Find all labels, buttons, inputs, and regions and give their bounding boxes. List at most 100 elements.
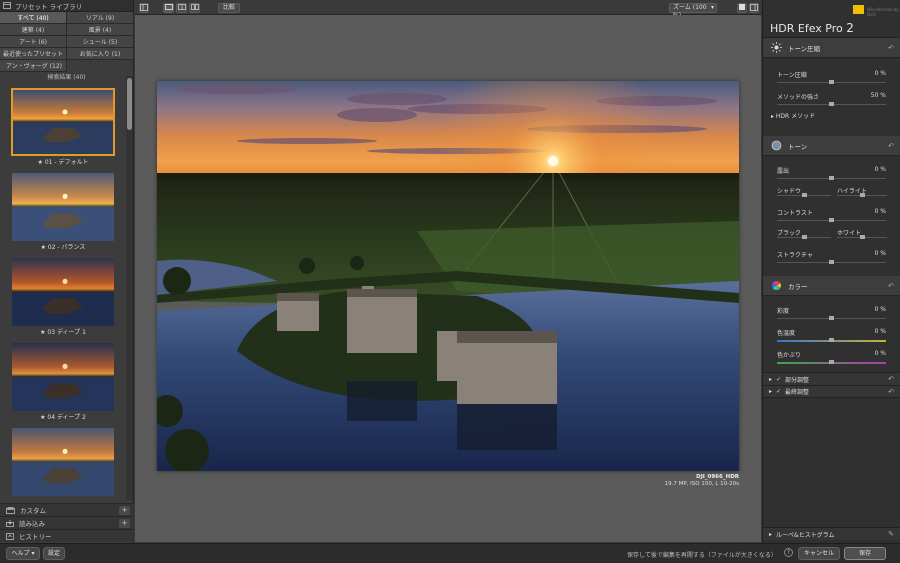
preview-photo[interactable] [157,81,739,471]
image-canvas[interactable]: DJI_0966_HDR 19.7 MP, ISO 100, L 10-20s [135,15,761,542]
preset-preview-image [12,428,114,496]
exposure-slider[interactable]: 露出 0 % [763,160,900,182]
hdr-method-row[interactable]: ▸ HDR メソッド [763,108,900,123]
slider-knob[interactable] [829,260,834,264]
help-menu-button[interactable]: ヘルプ ▾ [6,547,40,560]
loupe-histogram-label: ルーペ&ヒストグラム [776,531,835,539]
reset-icon[interactable]: ↶ [888,44,894,52]
category-recent[interactable]: 最近使ったプリセット [0,48,67,60]
preset-caption: ★ 01 - デフォルト [37,159,89,166]
category-en-vogue[interactable]: アン・ヴォーグ (12) [0,60,67,72]
import-section[interactable]: 読み込み + [0,516,134,529]
panel-toggle-button[interactable] [139,3,149,13]
preset-library-header[interactable]: プリセット ライブラリ [0,0,133,12]
help-icon[interactable]: ? [784,548,793,557]
slider-label: 彩度 [777,308,790,315]
category-architecture[interactable]: 建築 (4) [0,24,67,36]
history-section[interactable]: ヒストリー [0,529,134,542]
sidebar-toggle-icon [140,4,148,11]
category-all[interactable]: すべて (40) [0,12,67,24]
tone-header[interactable]: トーン ↶ [763,136,900,156]
preset-thumbnail-image[interactable] [11,88,115,156]
slider-knob[interactable] [829,218,834,222]
loupe-histogram-row[interactable]: ▸ ルーペ&ヒストグラム ✎ [763,527,900,540]
compare-button[interactable]: 比較 [218,3,240,13]
reset-icon[interactable]: ↶ [888,142,894,150]
category-art[interactable]: アート (6) [0,36,67,48]
settings-button[interactable]: 設定 [43,547,65,560]
preset-thumbnail[interactable]: ★ 01 - デフォルト [0,88,126,173]
slider-value: 0 % [874,166,886,173]
zoom-dropdown[interactable]: ズーム (100 %) ▾ [669,3,717,19]
color-header[interactable]: カラー ↶ [763,276,900,296]
slider-label: トーン圧縮 [777,72,807,79]
category-surreal[interactable]: シュール (5) [67,36,134,48]
hdr-efex-window: プリセット ライブラリ すべて (40) リアル (9) 建築 (4) 風景 (… [0,0,900,563]
custom-section[interactable]: カスタム + [0,503,134,516]
slider-label: 露出 [777,168,790,175]
reset-icon[interactable]: ↶ [888,282,894,290]
category-realistic[interactable]: リアル (9) [67,12,134,24]
contrast-slider[interactable]: コントラスト 0 % [763,202,900,224]
pin-icon[interactable]: ✎ [888,530,894,538]
local-adjustments-row[interactable]: ▸ ✓ 部分調整 ↶ [763,372,900,385]
single-view-button[interactable] [163,3,174,13]
cancel-button[interactable]: キャンセル [798,547,840,560]
scrollbar-thumb[interactable] [127,78,132,130]
slider-knob[interactable] [829,102,834,106]
slider-knob[interactable] [829,338,834,342]
expand-arrow-icon: ▸ [769,375,773,383]
preset-thumbnail[interactable]: ★ 04 ディープ 2 [0,343,126,428]
checkbox-icon[interactable]: ✓ [776,376,781,383]
tone-compression-slider[interactable]: トーン圧縮 0 % [763,64,900,86]
preset-list-scrollbar[interactable] [126,76,133,500]
finishing-label: 最終調整 [785,389,810,396]
temperature-slider[interactable]: 色温度 0 % [763,322,900,344]
slider-label: 色温度 [777,330,796,337]
import-section-label: 読み込み [19,520,45,528]
slider-knob[interactable] [829,80,834,84]
color-title: カラー [788,282,808,291]
save-button[interactable]: 保存 [844,547,886,560]
finishing-row[interactable]: ▸ ✓ 最終調整 ↶ [763,385,900,398]
slider-label: ストラクチャ [777,252,813,259]
reset-icon[interactable]: ↶ [888,388,894,396]
chevron-down-icon: ▾ [710,4,714,11]
nik-logo [853,5,864,14]
reset-icon[interactable]: ↶ [888,375,894,383]
add-custom-preset-button[interactable]: + [119,506,130,515]
image-metadata: 19.7 MP, ISO 100, L 10-20s [664,481,739,487]
whites-knob[interactable] [859,235,865,239]
single-view-icon [164,4,173,10]
preset-thumbnail-image[interactable] [12,258,114,326]
slider-knob[interactable] [829,360,834,364]
preset-thumbnail-image[interactable] [12,173,114,241]
tone-compression-header[interactable]: トーン圧縮 ↶ [763,38,900,58]
preset-thumbnail[interactable]: ★ 03 ディープ 1 [0,258,126,343]
split-view-button[interactable] [176,3,187,13]
preset-thumbnail[interactable]: ★ 02 - バランス [0,173,126,258]
method-strength-slider[interactable]: メソッドの強さ 50 % [763,86,900,108]
structure-slider[interactable]: ストラクチャ 0 % [763,244,900,266]
blacks-knob[interactable] [801,235,807,239]
slider-knob[interactable] [829,176,834,180]
side-by-side-button[interactable] [189,3,200,13]
preset-thumbnail-image[interactable] [12,428,114,496]
checkbox-icon[interactable]: ✓ [776,388,781,395]
category-landscape[interactable]: 風景 (4) [67,24,134,36]
add-import-button[interactable]: + [119,519,130,528]
slider-knob[interactable] [829,316,834,320]
saturation-slider[interactable]: 彩度 0 % [763,300,900,322]
whites-label: ホワイト [837,230,862,237]
category-favorites[interactable]: お気に入り (1) [67,48,134,60]
top-toolbar: 比較 ズーム (100 %) ▾ [135,0,761,19]
highlights-knob[interactable] [859,193,865,197]
tone-circle-icon [771,140,782,151]
tint-slider[interactable]: 色かぶり 0 % [763,344,900,366]
background-toggle-button[interactable] [737,3,747,13]
preset-thumbnail[interactable] [0,428,126,496]
slider-value: 0 % [874,306,886,313]
shadows-knob[interactable] [801,193,807,197]
right-panel-toggle-button[interactable] [749,3,759,13]
preset-thumbnail-image[interactable] [12,343,114,411]
